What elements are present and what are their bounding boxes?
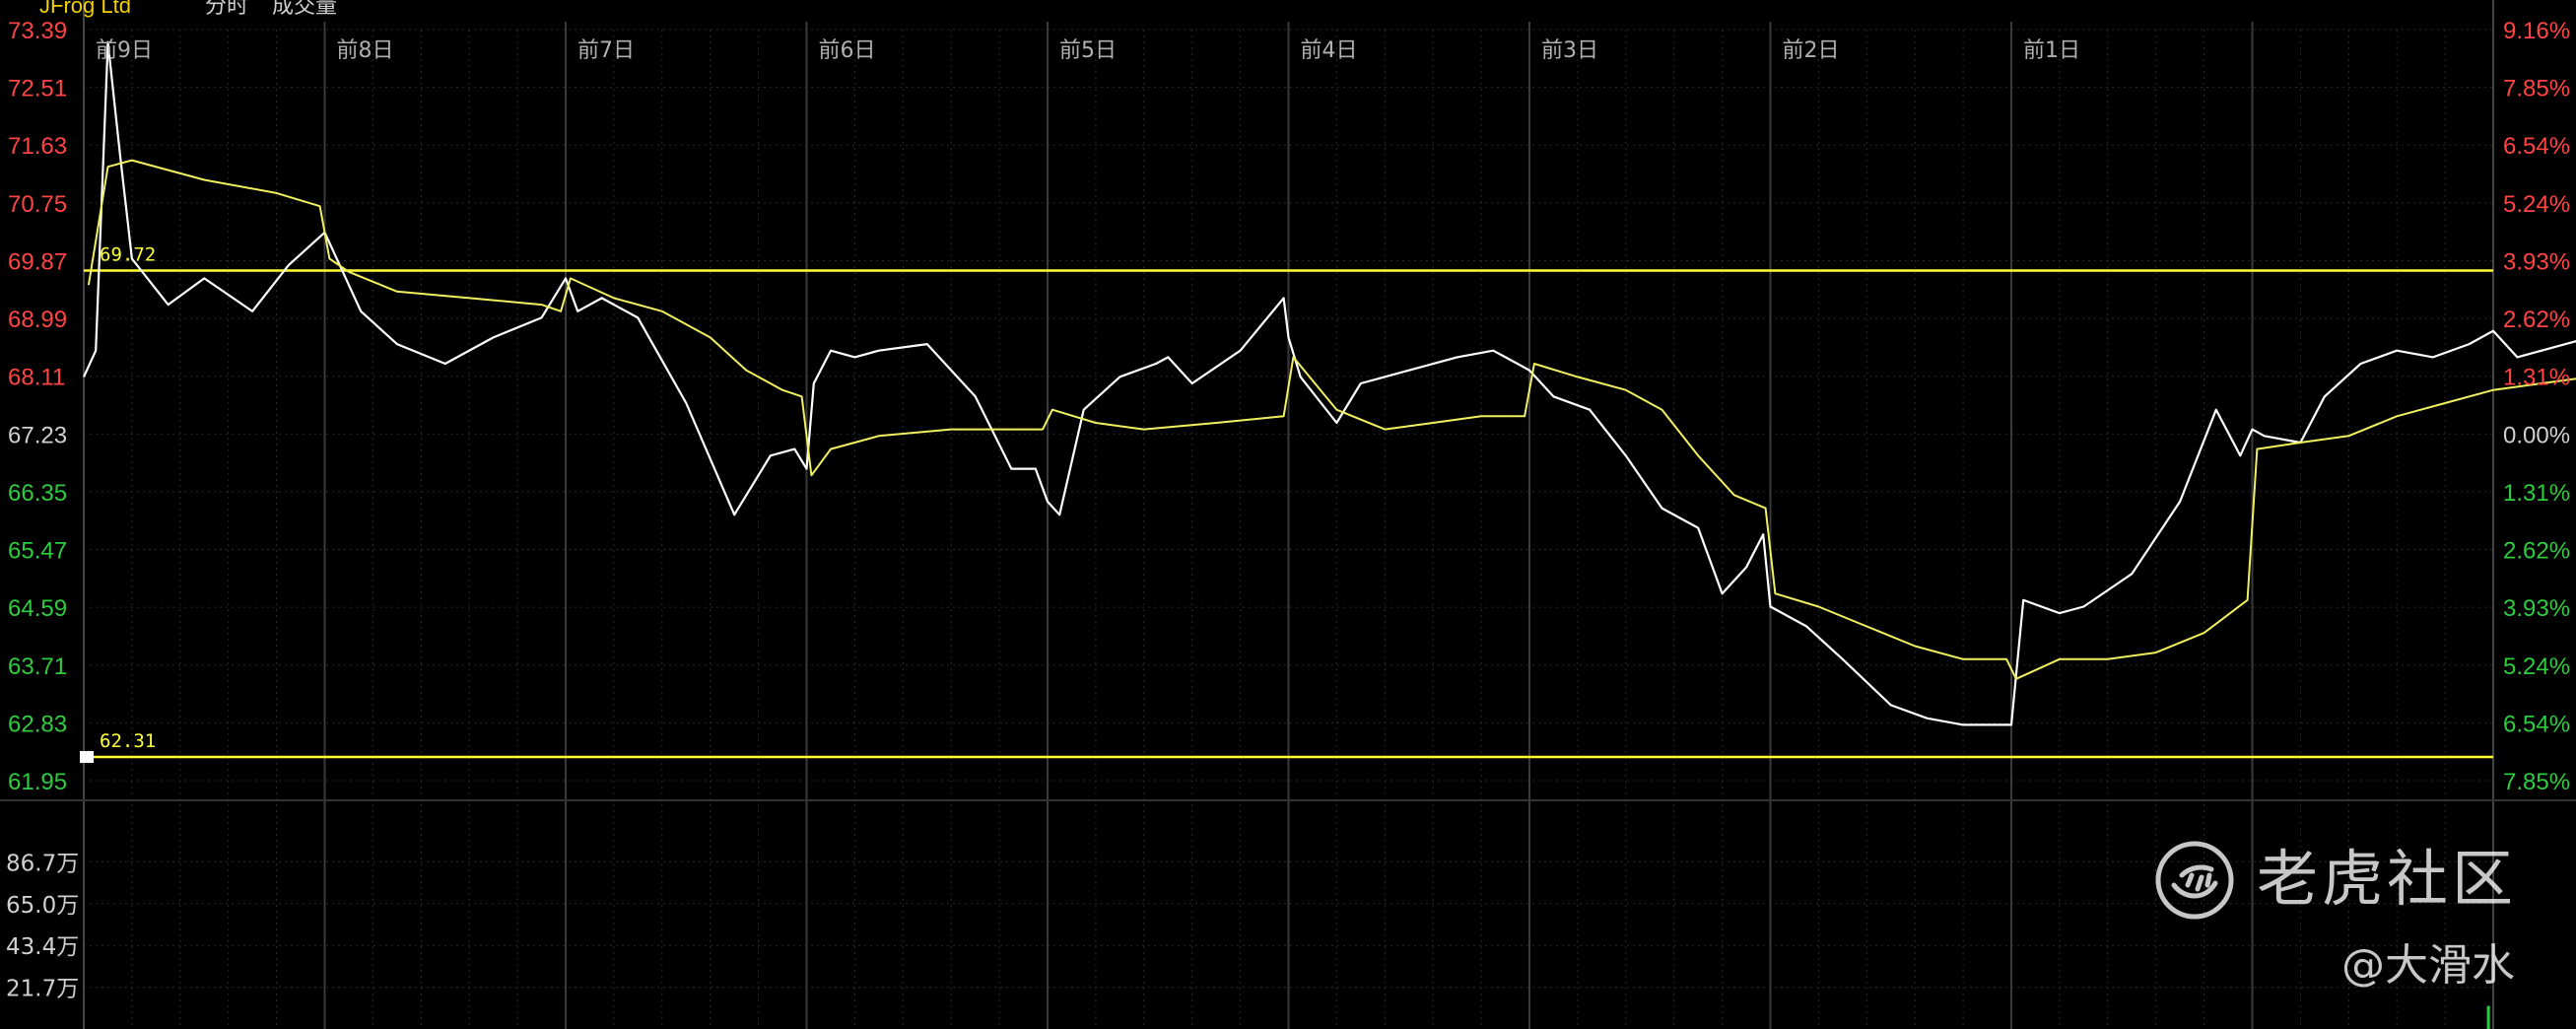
level-label: 62.31 <box>100 730 156 752</box>
price-tick-label: 71.63 <box>8 133 67 160</box>
percent-tick-label: 2.62% <box>2503 538 2570 565</box>
price-tick-label: 69.87 <box>8 248 67 275</box>
day-label: 前5日 <box>1059 38 1117 63</box>
average-price-line <box>87 159 2576 680</box>
price-tick-label: 62.83 <box>8 711 67 737</box>
mode-label: 分时 <box>205 0 249 18</box>
day-label: 前2日 <box>1783 38 1840 63</box>
volume-bar <box>2486 1005 2490 1029</box>
price-tick-label: 65.47 <box>8 538 67 565</box>
percent-tick-label: 6.54% <box>2503 133 2570 160</box>
price-tick-label: 73.39 <box>8 18 67 44</box>
day-label: 前9日 <box>96 38 153 63</box>
percent-tick-label: 2.62% <box>2503 307 2570 333</box>
volume-tick-label: 21.7万 <box>6 977 79 1002</box>
percent-tick-label: 6.54% <box>2503 711 2570 737</box>
percent-tick-label: 1.31% <box>2503 480 2570 507</box>
day-label: 前4日 <box>1301 38 1358 63</box>
day-label: 前6日 <box>819 38 876 63</box>
price-line <box>82 40 2576 726</box>
level-handle-icon <box>80 751 94 764</box>
price-tick-label: 61.95 <box>8 769 67 795</box>
percent-tick-label: 7.85% <box>2503 76 2570 103</box>
volume-tick-label: 65.0万 <box>6 893 79 919</box>
price-tick-label: 67.23 <box>8 422 67 448</box>
day-label: 前3日 <box>1541 38 1598 63</box>
percent-tick-label: 3.93% <box>2503 248 2570 275</box>
volume-tick-label: 43.4万 <box>6 934 79 960</box>
level-label: 69.72 <box>100 243 156 265</box>
day-label: 前1日 <box>2023 38 2080 63</box>
price-tick-label: 63.71 <box>8 653 67 680</box>
volume-label: 成交量 <box>272 0 338 18</box>
percent-tick-label: 0.00% <box>2503 422 2570 448</box>
tiger-logo-icon <box>2155 841 2234 920</box>
price-tick-label: 72.51 <box>8 76 67 103</box>
percent-tick-label: 7.85% <box>2503 769 2570 795</box>
percent-tick-label: 3.93% <box>2503 595 2570 622</box>
chart-series <box>82 40 2576 726</box>
volume-bars <box>2486 1005 2490 1029</box>
percent-tick-label: 1.31% <box>2503 365 2570 391</box>
watermark-brand: 老虎社区 <box>2257 843 2518 915</box>
stock-name: JFrog Ltd <box>39 0 131 18</box>
percent-tick-label: 5.24% <box>2503 191 2570 218</box>
volume-tick-label: 86.7万 <box>6 851 79 876</box>
price-tick-label: 70.75 <box>8 191 67 218</box>
percent-tick-label: 9.16% <box>2503 18 2570 44</box>
price-tick-label: 64.59 <box>8 595 67 622</box>
day-label: 前7日 <box>577 38 635 63</box>
price-tick-label: 68.11 <box>8 365 65 391</box>
percent-tick-label: 5.24% <box>2503 653 2570 680</box>
day-label: 前8日 <box>337 38 394 63</box>
price-tick-label: 68.99 <box>8 307 67 333</box>
price-tick-label: 66.35 <box>8 480 67 507</box>
watermark-user: @大滑水 <box>2341 940 2515 991</box>
